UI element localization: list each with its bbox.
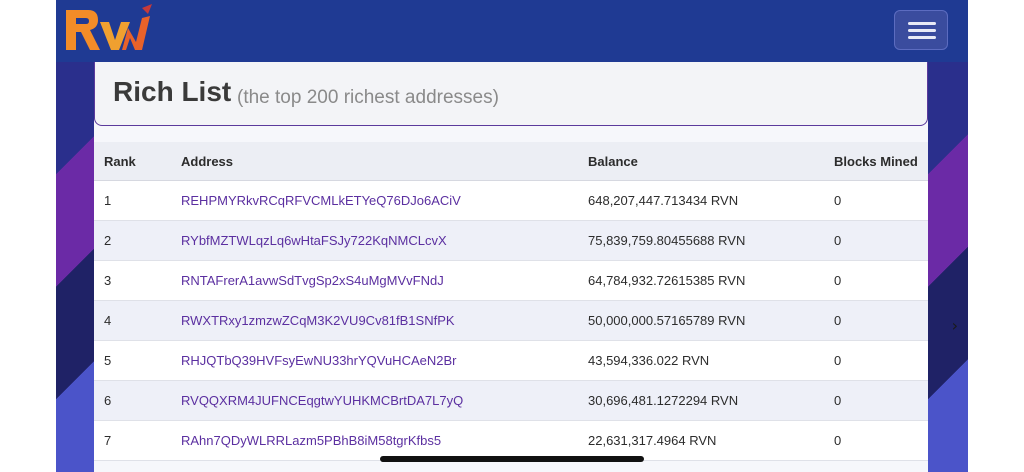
blocks-mined-cell: 0: [824, 340, 928, 381]
address-cell: RYbfMZTWLqzLq6wHtaFSJy722KqNMCLcvX: [171, 220, 578, 261]
hamburger-menu-icon: [908, 22, 936, 25]
balance-cell: 30,696,481.1272294 RVN: [578, 380, 824, 421]
table-header-row: Rank Address Balance Blocks Mined: [94, 142, 928, 181]
rank-cell: 6: [94, 380, 171, 421]
balance-cell: 50,000,000.57165789 RVN: [578, 300, 824, 341]
balance-cell: 22,631,317.4964 RVN: [578, 420, 824, 461]
address-link[interactable]: RWXTRxy1zmzwZCqM3K2VU9Cv81fB1SNfPK: [181, 313, 455, 328]
main-content: Rich List (the top 200 richest addresses…: [94, 62, 928, 472]
home-indicator-bar[interactable]: [380, 456, 644, 462]
table-row: 6 RVQQXRM4JUFNCEqgtwYUHKMCBrtDA7L7yQ 30,…: [94, 380, 928, 421]
blocks-mined-cell: 0: [824, 380, 928, 421]
address-cell: REHPMYRkvRCqRFVCMLkETYeQ76DJo6ACiV: [171, 180, 578, 221]
address-cell: RHJQTbQ39HVFsyEwNU33hrYQVuHCAeN2Br: [171, 340, 578, 381]
rank-cell: 4: [94, 300, 171, 341]
rank-cell: 5: [94, 340, 171, 381]
address-link[interactable]: RYbfMZTWLqzLq6wHtaFSJy722KqNMCLcvX: [181, 233, 447, 248]
ravencoin-logo[interactable]: [62, 2, 152, 56]
column-header-address[interactable]: Address: [171, 142, 578, 181]
rank-cell: 7: [94, 420, 171, 461]
blocks-mined-cell: 0: [824, 260, 928, 301]
address-cell: RWXTRxy1zmzwZCqM3K2VU9Cv81fB1SNfPK: [171, 300, 578, 341]
hamburger-bar: [908, 36, 936, 39]
page-subtitle: (the top 200 richest addresses): [237, 87, 499, 108]
balance-cell: 648,207,447.713434 RVN: [578, 180, 824, 221]
address-link[interactable]: REHPMYRkvRCqRFVCMLkETYeQ76DJo6ACiV: [181, 193, 461, 208]
rank-cell: 1: [94, 180, 171, 221]
address-link[interactable]: RVQQXRM4JUFNCEqgtwYUHKMCBrtDA7L7yQ: [181, 393, 463, 408]
rank-cell: 3: [94, 260, 171, 301]
hamburger-bar: [908, 29, 936, 32]
page-frame: Rich List (the top 200 richest addresses…: [56, 0, 968, 472]
balance-cell: 43,594,336.022 RVN: [578, 340, 824, 381]
blocks-mined-cell: 0: [824, 220, 928, 261]
address-link[interactable]: RAhn7QDyWLRRLazm5PBhB8iM58tgrKfbs5: [181, 433, 441, 448]
table-row: 1 REHPMYRkvRCqRFVCMLkETYeQ76DJo6ACiV 648…: [94, 180, 928, 221]
hamburger-menu-button[interactable]: [894, 10, 948, 50]
table-row: 4 RWXTRxy1zmzwZCqM3K2VU9Cv81fB1SNfPK 50,…: [94, 300, 928, 341]
address-cell: RAhn7QDyWLRRLazm5PBhB8iM58tgrKfbs5: [171, 420, 578, 461]
chevron-right-icon: ›: [951, 316, 958, 335]
title-card: Rich List (the top 200 richest addresses…: [94, 62, 928, 126]
address-link[interactable]: RHJQTbQ39HVFsyEwNU33hrYQVuHCAeN2Br: [181, 353, 456, 368]
blocks-mined-cell: 0: [824, 180, 928, 221]
rank-cell: 2: [94, 220, 171, 261]
address-cell: RNTAFrerA1avwSdTvgSp2xS4uMgMVvFNdJ: [171, 260, 578, 301]
blocks-mined-cell: 0: [824, 300, 928, 341]
balance-cell: 75,839,759.80455688 RVN: [578, 220, 824, 261]
table-row: 2 RYbfMZTWLqzLq6wHtaFSJy722KqNMCLcvX 75,…: [94, 220, 928, 261]
table-row: 3 RNTAFrerA1avwSdTvgSp2xS4uMgMVvFNdJ 64,…: [94, 260, 928, 301]
blocks-mined-cell: 0: [824, 420, 928, 461]
background-pattern-right: [928, 62, 968, 472]
top-navbar: [56, 0, 968, 62]
column-header-rank[interactable]: Rank: [94, 142, 171, 181]
background-pattern-left: [56, 62, 96, 472]
table-row: 5 RHJQTbQ39HVFsyEwNU33hrYQVuHCAeN2Br 43,…: [94, 340, 928, 381]
rich-list-table: Rank Address Balance Blocks Mined 1 REHP…: [94, 142, 928, 461]
address-cell: RVQQXRM4JUFNCEqgtwYUHKMCBrtDA7L7yQ: [171, 380, 578, 421]
page-title: Rich List: [113, 76, 232, 107]
balance-cell: 64,784,932.72615385 RVN: [578, 260, 824, 301]
column-header-blocks-mined[interactable]: Blocks Mined: [824, 142, 928, 181]
address-link[interactable]: RNTAFrerA1avwSdTvgSp2xS4uMgMVvFNdJ: [181, 273, 444, 288]
table-row: 7 RAhn7QDyWLRRLazm5PBhB8iM58tgrKfbs5 22,…: [94, 420, 928, 461]
column-header-balance[interactable]: Balance: [578, 142, 824, 181]
